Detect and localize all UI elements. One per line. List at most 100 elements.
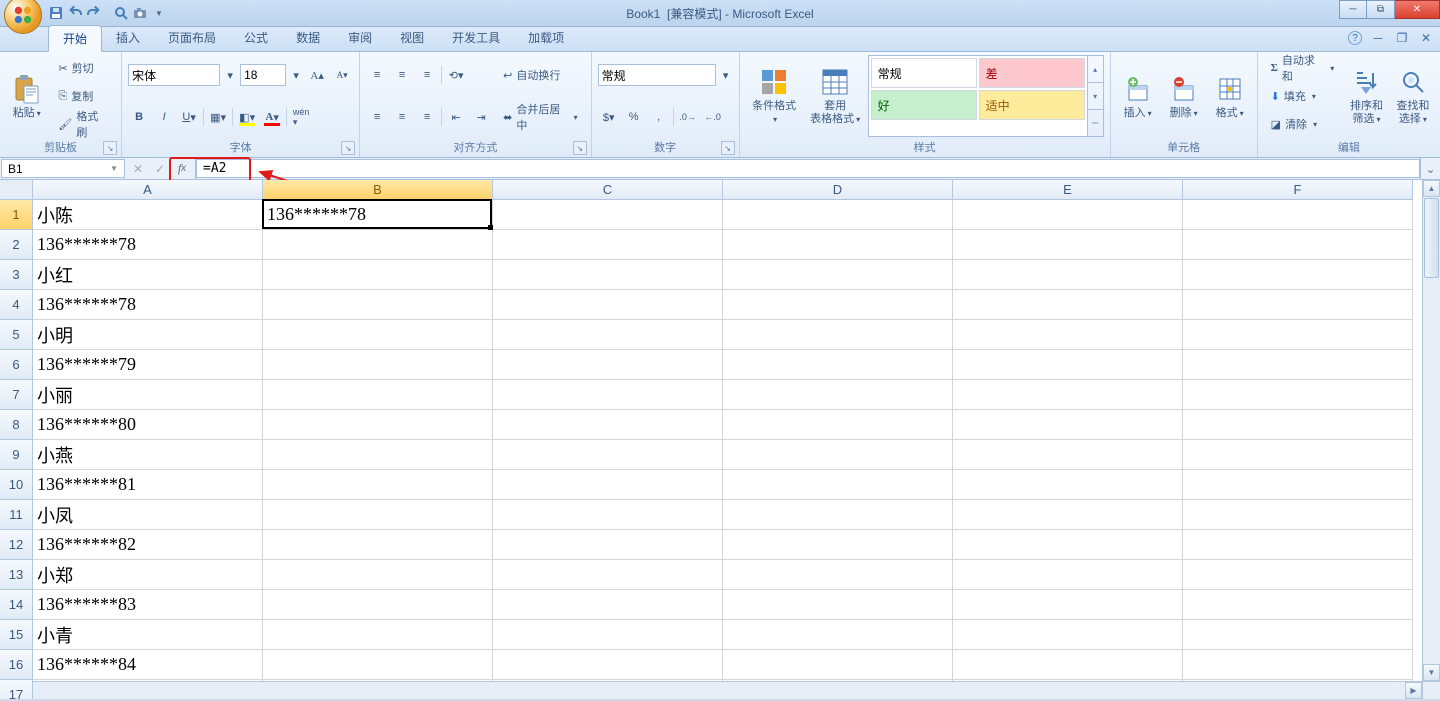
help-icon[interactable]: ? [1348, 31, 1362, 45]
tab-数据[interactable]: 数据 [282, 25, 334, 51]
cell-B14[interactable] [263, 590, 493, 620]
col-header-F[interactable]: F [1183, 180, 1413, 200]
font-launcher[interactable]: ↘ [341, 141, 355, 155]
cell-C10[interactable] [493, 470, 723, 500]
cell-A2[interactable]: 136******78 [33, 230, 263, 260]
cell-B13[interactable] [263, 560, 493, 590]
cell-area[interactable]: 小陈136******78136******78小红136******78小明1… [33, 200, 1422, 681]
cell-D13[interactable] [723, 560, 953, 590]
phonetic-button[interactable]: wén▾ [290, 106, 312, 128]
cell-A13[interactable]: 小郑 [33, 560, 263, 590]
cell-A7[interactable]: 小丽 [33, 380, 263, 410]
border-button[interactable]: ▦▾ [207, 106, 229, 128]
cell-C16[interactable] [493, 650, 723, 680]
cell-C7[interactable] [493, 380, 723, 410]
cell-C9[interactable] [493, 440, 723, 470]
cell-A3[interactable]: 小红 [33, 260, 263, 290]
cell-E7[interactable] [953, 380, 1183, 410]
font-name-dropdown[interactable]: ▾ [223, 64, 237, 86]
cell-F16[interactable] [1183, 650, 1413, 680]
align-left-button[interactable]: ≡ [366, 106, 388, 128]
cell-E9[interactable] [953, 440, 1183, 470]
gallery-scroll[interactable]: ▴▾⎓ [1088, 55, 1104, 137]
row-header-11[interactable]: 11 [0, 500, 33, 530]
maximize-button[interactable]: ⧉ [1367, 0, 1395, 19]
cell-B16[interactable] [263, 650, 493, 680]
cell-D6[interactable] [723, 350, 953, 380]
format-as-table-button[interactable]: 套用 表格格式 [807, 55, 864, 137]
undo-icon[interactable] [67, 5, 83, 21]
cell-A11[interactable]: 小凤 [33, 500, 263, 530]
cut-button[interactable]: ✂剪切 [51, 57, 115, 79]
cell-B15[interactable] [263, 620, 493, 650]
cell-B9[interactable] [263, 440, 493, 470]
cell-E12[interactable] [953, 530, 1183, 560]
style-差[interactable]: 差 [979, 58, 1085, 88]
cell-C8[interactable] [493, 410, 723, 440]
row-headers[interactable]: 1234567891011121314151617 [0, 200, 33, 681]
cell-E6[interactable] [953, 350, 1183, 380]
font-name-combo[interactable] [128, 64, 220, 86]
cell-F15[interactable] [1183, 620, 1413, 650]
insert-cells-button[interactable]: 插入 [1117, 55, 1159, 137]
tab-加载项[interactable]: 加载项 [514, 25, 578, 51]
cell-D12[interactable] [723, 530, 953, 560]
cell-F4[interactable] [1183, 290, 1413, 320]
fx-icon[interactable]: fx [173, 160, 191, 178]
cell-B4[interactable] [263, 290, 493, 320]
number-launcher[interactable]: ↘ [721, 141, 735, 155]
font-size-dropdown[interactable]: ▾ [289, 64, 303, 86]
col-header-D[interactable]: D [723, 180, 953, 200]
tab-视图[interactable]: 视图 [386, 25, 438, 51]
cell-D8[interactable] [723, 410, 953, 440]
cell-E10[interactable] [953, 470, 1183, 500]
cell-F3[interactable] [1183, 260, 1413, 290]
format-painter-button[interactable]: 🖌格式刷 [51, 113, 115, 135]
cell-A6[interactable]: 136******79 [33, 350, 263, 380]
alignment-launcher[interactable]: ↘ [573, 141, 587, 155]
row-header-14[interactable]: 14 [0, 590, 33, 620]
increase-decimal-button[interactable]: .0→ [677, 106, 699, 128]
doc-restore-button[interactable]: ❐ [1394, 30, 1410, 46]
col-header-B[interactable]: B [263, 180, 493, 200]
cell-A12[interactable]: 136******82 [33, 530, 263, 560]
cell-E13[interactable] [953, 560, 1183, 590]
cell-F13[interactable] [1183, 560, 1413, 590]
cell-C6[interactable] [493, 350, 723, 380]
clipboard-launcher[interactable]: ↘ [103, 141, 117, 155]
increase-font-button[interactable]: A▴ [306, 64, 328, 86]
horizontal-scrollbar[interactable]: ◀▶ [0, 681, 1422, 699]
row-header-15[interactable]: 15 [0, 620, 33, 650]
cell-D5[interactable] [723, 320, 953, 350]
row-header-1[interactable]: 1 [0, 200, 33, 230]
cell-D14[interactable] [723, 590, 953, 620]
wrap-text-button[interactable]: ↩自动换行 [496, 64, 585, 86]
cell-A1[interactable]: 小陈 [33, 200, 263, 230]
save-icon[interactable] [48, 5, 64, 21]
font-color-button[interactable]: A▾ [261, 106, 283, 128]
copy-button[interactable]: ⎘复制 [51, 85, 115, 107]
row-header-13[interactable]: 13 [0, 560, 33, 590]
row-header-4[interactable]: 4 [0, 290, 33, 320]
cell-E14[interactable] [953, 590, 1183, 620]
cell-B7[interactable] [263, 380, 493, 410]
format-cells-button[interactable]: 格式 [1209, 55, 1251, 137]
doc-close-button[interactable]: ✕ [1418, 30, 1434, 46]
align-right-button[interactable]: ≡ [416, 106, 438, 128]
row-header-8[interactable]: 8 [0, 410, 33, 440]
cell-F9[interactable] [1183, 440, 1413, 470]
close-button[interactable]: ✕ [1395, 0, 1440, 19]
cell-C11[interactable] [493, 500, 723, 530]
vertical-scrollbar[interactable]: ▲▼ [1422, 180, 1440, 681]
number-format-dropdown[interactable]: ▾ [719, 64, 733, 86]
fx-enter-icon[interactable]: ✓ [151, 160, 169, 178]
cell-E8[interactable] [953, 410, 1183, 440]
fx-cancel-icon[interactable]: ✕ [129, 160, 147, 178]
cell-F6[interactable] [1183, 350, 1413, 380]
comma-button[interactable]: , [648, 106, 670, 128]
cell-C1[interactable] [493, 200, 723, 230]
cell-B6[interactable] [263, 350, 493, 380]
cell-C4[interactable] [493, 290, 723, 320]
number-format-combo[interactable] [598, 64, 716, 86]
print-preview-icon[interactable] [113, 5, 129, 21]
